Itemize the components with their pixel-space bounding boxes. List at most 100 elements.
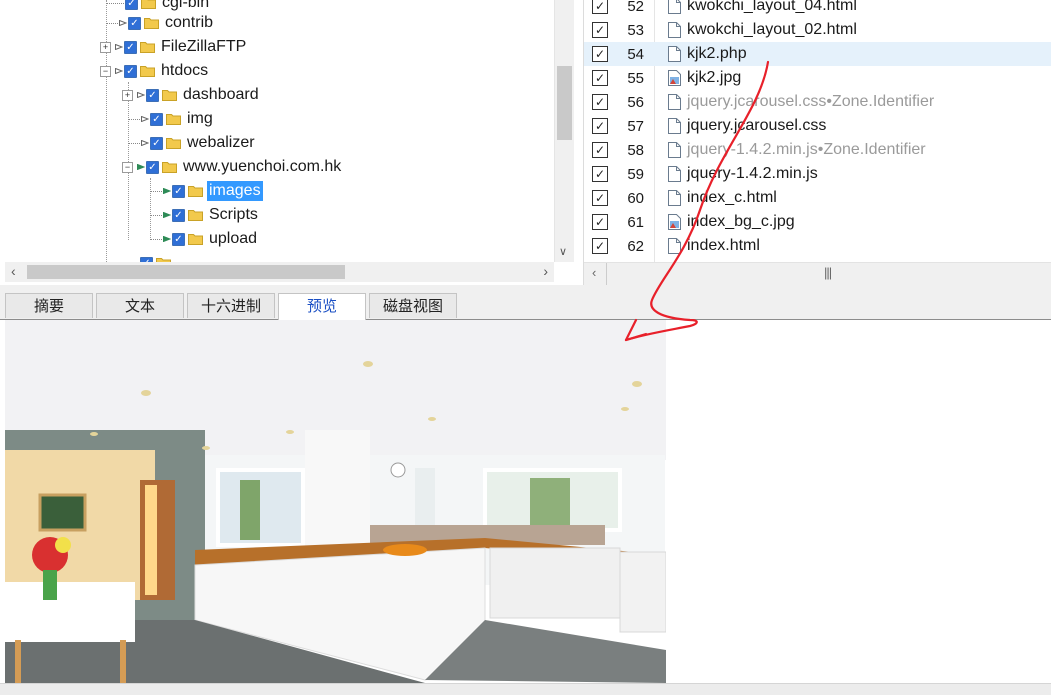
checkbox-icon[interactable]: ✓ <box>592 118 608 134</box>
checkbox-icon[interactable]: ✓ <box>592 238 608 254</box>
tree-node[interactable]: ✓ images <box>150 180 263 202</box>
tab-preview[interactable]: 预览 <box>278 293 366 320</box>
file-name[interactable]: index_bg_c.jpg <box>687 213 795 231</box>
checkbox-icon[interactable]: ✓ <box>150 136 163 150</box>
scrollbar-grip-icon[interactable]: ||| <box>824 265 832 280</box>
chevron-down-icon[interactable]: ∨ <box>559 245 567 258</box>
html-file-icon <box>668 0 681 14</box>
tree-node-label[interactable]: www.yuenchoi.com.hk <box>181 157 343 177</box>
file-list-row[interactable]: ✓ 52 kwokchi_layout_04.html <box>584 0 1051 18</box>
tab-summary[interactable]: 摘要 <box>5 293 93 318</box>
chevron-left-icon[interactable]: ‹ <box>11 263 16 279</box>
checkbox-icon[interactable]: ✓ <box>592 166 608 182</box>
tree-node-label[interactable]: dashboard <box>181 85 261 105</box>
file-list-row[interactable]: ✓ 54 kjk2.php <box>584 42 1051 66</box>
checkbox-icon[interactable]: ✓ <box>592 0 608 14</box>
file-list-row[interactable]: ✓ 60 index_c.html <box>584 186 1051 210</box>
expand-icon[interactable]: + <box>100 41 111 53</box>
tree-node[interactable]: ✓ upload <box>150 228 259 250</box>
checkbox-icon[interactable]: ✓ <box>125 0 138 10</box>
file-list-row[interactable]: ✓ 62 index.html <box>584 234 1051 258</box>
checkbox-icon[interactable]: ✓ <box>172 184 185 198</box>
tree-node[interactable]: ✓ img <box>128 108 215 130</box>
file-icon <box>668 118 681 134</box>
node-arrow-icon <box>115 44 123 50</box>
tree-node[interactable]: ✓ webalizer <box>128 132 257 154</box>
tree-node-label[interactable]: img <box>185 109 215 129</box>
file-name[interactable]: kjk2.php <box>687 45 747 63</box>
tree-node-label[interactable]: htdocs <box>159 61 210 81</box>
tree-node[interactable]: + ✓ FileZillaFTP <box>100 36 248 58</box>
row-number: 52 <box>627 0 644 15</box>
checkbox-icon[interactable]: ✓ <box>592 70 608 86</box>
tree-node-label[interactable]: webalizer <box>185 133 257 153</box>
chevron-left-icon[interactable]: ‹ <box>592 265 596 280</box>
file-list-row[interactable]: ✓ 58 jquery-1.4.2.min.js•Zone.Identifier <box>584 138 1051 162</box>
file-name[interactable]: index.html <box>687 237 760 255</box>
file-list-row[interactable]: ✓ 59 jquery-1.4.2.min.js <box>584 162 1051 186</box>
scrollbar-thumb[interactable] <box>557 66 572 140</box>
pane-splitter[interactable] <box>0 285 1051 292</box>
checkbox-icon[interactable]: ✓ <box>150 112 163 126</box>
file-name[interactable]: jquery-1.4.2.min.js•Zone.Identifier <box>687 141 926 159</box>
php-file-icon <box>668 46 681 62</box>
image-file-icon <box>668 214 681 230</box>
tree-node-label[interactable]: FileZillaFTP <box>159 37 248 57</box>
file-name[interactable]: jquery.jcarousel.css <box>687 117 826 135</box>
tree-node-label[interactable]: Scripts <box>207 205 260 225</box>
checkbox-icon[interactable]: ✓ <box>592 94 608 110</box>
tree-node[interactable]: − ✓ www.yuenchoi.com.hk <box>122 156 343 178</box>
file-list-row[interactable]: ✓ 61 index_bg_c.jpg <box>584 210 1051 234</box>
file-name[interactable]: index_c.html <box>687 189 777 207</box>
file-list-row[interactable]: ✓ 53 kwokchi_layout_02.html <box>584 18 1051 42</box>
row-number: 60 <box>627 189 644 207</box>
file-list-row[interactable]: ✓ 56 jquery.jcarousel.css•Zone.Identifier <box>584 90 1051 114</box>
tree-node[interactable]: ✓ contrib <box>106 12 215 34</box>
file-list-row[interactable]: ✓ 55 kjk2.jpg <box>584 66 1051 90</box>
expand-icon[interactable]: + <box>122 89 133 101</box>
checkbox-icon[interactable]: ✓ <box>124 40 137 54</box>
node-arrow-icon <box>141 116 149 122</box>
checkbox-icon[interactable]: ✓ <box>172 232 185 246</box>
tab-hex[interactable]: 十六进制 <box>187 293 275 318</box>
checkbox-icon[interactable]: ✓ <box>592 214 608 230</box>
file-name[interactable]: jquery-1.4.2.min.js <box>687 165 818 183</box>
bottom-scrollbar[interactable] <box>0 683 1051 695</box>
collapse-icon[interactable]: − <box>122 161 133 173</box>
file-name[interactable]: kjk2.jpg <box>687 69 741 87</box>
tree-node-label[interactable]: contrib <box>163 13 215 33</box>
file-list-pane[interactable]: ✓ 52 kwokchi_layout_04.html ✓ 53 kwokchi_layo… <box>583 0 1051 285</box>
file-name[interactable]: kwokchi_layout_02.html <box>687 21 857 39</box>
checkbox-icon[interactable]: ✓ <box>128 16 141 30</box>
folder-tree-pane[interactable]: ✓ cgi-bin ✓ contrib + ✓ FileZillaFTP − ✓… <box>0 0 575 285</box>
checkbox-icon[interactable]: ✓ <box>592 142 608 158</box>
checkbox-icon[interactable]: ✓ <box>592 22 608 38</box>
tree-node-label[interactable]: upload <box>207 229 259 249</box>
html-file-icon <box>668 22 681 38</box>
tab-text[interactable]: 文本 <box>96 293 184 318</box>
image-file-icon <box>668 70 681 86</box>
chevron-right-icon[interactable]: › <box>543 263 548 279</box>
tree-node[interactable]: ✓ Scripts <box>150 204 260 226</box>
file-name[interactable]: kwokchi_layout_04.html <box>687 0 857 15</box>
checkbox-icon[interactable]: ✓ <box>124 64 137 78</box>
file-name[interactable]: jquery.jcarousel.css•Zone.Identifier <box>687 93 934 111</box>
tree-node[interactable]: + ✓ dashboard <box>122 84 261 106</box>
folder-icon <box>162 162 177 173</box>
tree-node[interactable]: − ✓ htdocs <box>100 60 210 82</box>
tree-horizontal-scrollbar[interactable]: ‹ › <box>5 262 554 282</box>
file-icon <box>668 142 681 158</box>
checkbox-icon[interactable]: ✓ <box>592 46 608 62</box>
checkbox-icon[interactable]: ✓ <box>146 160 159 174</box>
checkbox-icon[interactable]: ✓ <box>172 208 185 222</box>
checkbox-icon[interactable]: ✓ <box>592 190 608 206</box>
scrollbar-thumb[interactable] <box>27 265 345 279</box>
tab-disk-view[interactable]: 磁盘视图 <box>369 293 457 318</box>
tree-vertical-scrollbar[interactable]: ∨ <box>554 0 574 262</box>
file-list-row[interactable]: ✓ 57 jquery.jcarousel.css <box>584 114 1051 138</box>
kitchen-photo <box>5 320 666 683</box>
tree-node-label-selected[interactable]: images <box>207 181 263 201</box>
file-list-horizontal-scrollbar[interactable]: ‹ ||| <box>584 262 1051 285</box>
checkbox-icon[interactable]: ✓ <box>146 88 159 102</box>
collapse-icon[interactable]: − <box>100 65 111 77</box>
